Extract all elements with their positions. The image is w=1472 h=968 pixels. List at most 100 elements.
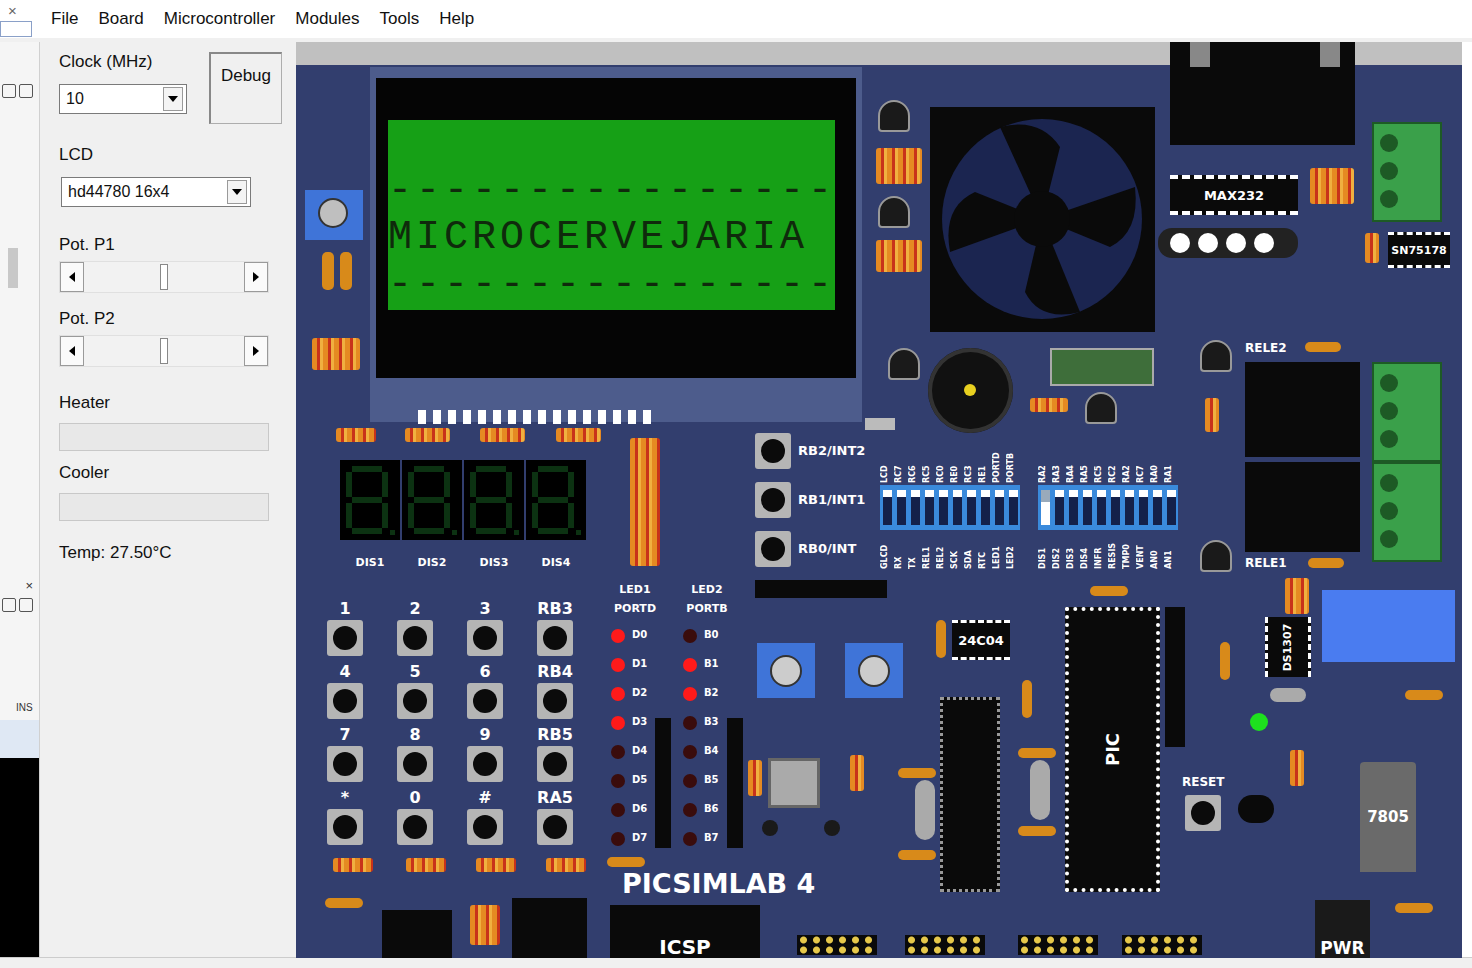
led	[683, 716, 697, 730]
reset-button[interactable]	[1185, 795, 1221, 831]
menu-item[interactable]: File	[46, 7, 83, 31]
slider-track[interactable]	[84, 262, 244, 292]
menu-item[interactable]: Microcontroller	[159, 7, 280, 31]
dip-bottom-labels: GLCDRXTXREL1REL2SCKSDARTCLED1LED2	[880, 535, 1020, 569]
slider-thumb[interactable]	[160, 338, 168, 364]
menu-item[interactable]: Tools	[375, 7, 425, 31]
led-group-title: LED1PORTD	[603, 580, 667, 618]
keypad-key[interactable]	[467, 683, 503, 719]
right-arrow-icon[interactable]	[244, 262, 268, 292]
dip-toggle[interactable]	[1139, 490, 1148, 525]
scroll-thumb[interactable]	[8, 248, 18, 288]
capacitor	[1220, 642, 1230, 680]
led	[611, 687, 625, 701]
led-bar	[655, 718, 671, 848]
dip-toggle[interactable]	[925, 490, 934, 525]
keypad-key[interactable]	[397, 746, 433, 782]
dip-label: DIS1	[1038, 535, 1052, 569]
dip-toggle[interactable]	[953, 490, 962, 525]
dip-toggle[interactable]	[1083, 490, 1092, 525]
keypad-key[interactable]	[467, 809, 503, 845]
dip-toggle[interactable]	[995, 490, 1004, 525]
menu-item[interactable]: Board	[93, 7, 148, 31]
dropdown-arrow-icon[interactable]	[227, 180, 247, 204]
resistor	[630, 438, 660, 566]
dip-toggle[interactable]	[897, 490, 906, 525]
keypad-key[interactable]	[537, 683, 573, 719]
black-bar	[755, 580, 887, 598]
push-button[interactable]	[755, 433, 791, 469]
left-arrow-icon[interactable]	[60, 336, 84, 366]
keypad-key[interactable]	[537, 809, 573, 845]
keypad-key[interactable]	[327, 809, 363, 845]
keypad-key[interactable]	[327, 620, 363, 656]
key-label: 6	[479, 661, 490, 683]
menu-item[interactable]: Help	[434, 7, 479, 31]
dip-toggle[interactable]	[1125, 490, 1134, 525]
push-button[interactable]	[755, 482, 791, 518]
eeprom-chip: 24C04	[952, 620, 1010, 660]
dip-label: AN1	[1164, 535, 1178, 569]
dip-toggle[interactable]	[1069, 490, 1078, 525]
panel-buttons[interactable]	[0, 84, 39, 98]
dip-toggle[interactable]	[1009, 490, 1018, 525]
led-title: LED1	[603, 580, 667, 599]
right-arrow-icon[interactable]	[244, 336, 268, 366]
dip-label: PORTB	[1006, 451, 1020, 483]
dip-toggle[interactable]	[883, 490, 892, 525]
keypad-key[interactable]	[467, 620, 503, 656]
search-box[interactable]	[0, 21, 32, 37]
push-button[interactable]	[755, 531, 791, 567]
dip-toggle[interactable]	[911, 490, 920, 525]
keypad-key[interactable]	[327, 683, 363, 719]
slider-thumb[interactable]	[160, 264, 168, 290]
pot-slider[interactable]	[59, 335, 269, 367]
dip-toggle[interactable]	[981, 490, 990, 525]
led-label: D0	[632, 629, 647, 640]
keypad-key[interactable]	[467, 746, 503, 782]
dip-label: RA2	[1122, 451, 1136, 483]
dip-label: LED1	[992, 535, 1006, 569]
panel-buttons[interactable]	[0, 598, 39, 612]
capacitor	[936, 620, 946, 658]
terminal-block	[1372, 122, 1442, 222]
dip-toggle[interactable]	[967, 490, 976, 525]
keypad-key[interactable]	[537, 746, 573, 782]
dip-label: RA4	[1066, 451, 1080, 483]
pin-header	[905, 935, 985, 955]
debug-button[interactable]: Debug	[209, 52, 282, 124]
resistor	[876, 148, 922, 184]
button-label: RB0/INT	[798, 541, 856, 556]
power-switch	[1238, 795, 1274, 823]
keypad: 123RB3456RB4789RB5*0#RA5	[310, 598, 590, 847]
dip-toggle[interactable]	[1167, 490, 1176, 525]
keypad-key[interactable]	[397, 683, 433, 719]
dip-toggle[interactable]	[1153, 490, 1162, 525]
left-arrow-icon[interactable]	[60, 262, 84, 292]
dip-toggle[interactable]	[1055, 490, 1064, 525]
dip-toggle[interactable]	[1041, 490, 1050, 525]
dip-label: DIS3	[1066, 535, 1080, 569]
dip-label: RTC	[978, 535, 992, 569]
keypad-key[interactable]	[397, 620, 433, 656]
dip-toggle[interactable]	[1097, 490, 1106, 525]
keypad-key[interactable]	[397, 809, 433, 845]
key-label: 5	[409, 661, 420, 683]
close-button[interactable]: ×	[8, 2, 17, 19]
bar-label: Heater	[59, 393, 296, 413]
keypad-key[interactable]	[327, 746, 363, 782]
dip-label: LED2	[1006, 535, 1020, 569]
pot-slider[interactable]	[59, 261, 269, 293]
slider-track[interactable]	[84, 336, 244, 366]
menu-item[interactable]: Modules	[290, 7, 364, 31]
led-label: B7	[704, 832, 719, 843]
dropdown-arrow-icon[interactable]	[163, 87, 183, 111]
resistor	[480, 428, 525, 442]
strip-close[interactable]: ×	[0, 578, 39, 594]
dip-toggle[interactable]	[939, 490, 948, 525]
dip-toggle[interactable]	[1111, 490, 1120, 525]
lcd-select[interactable]: hd44780 16x4	[61, 177, 251, 207]
display-label: DIS3	[464, 556, 524, 569]
keypad-key[interactable]	[537, 620, 573, 656]
clock-select[interactable]: 10	[59, 84, 187, 114]
